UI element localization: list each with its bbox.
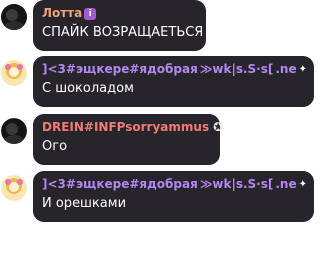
- author-label-part[interactable]: ]<3#эщкере#ядобрая: [42, 62, 198, 77]
- author-name[interactable]: DREIN#INFPsorryammus ✪: [42, 120, 223, 135]
- message-bubble[interactable]: DREIN#INFPsorryammus ✪ Ого: [33, 114, 223, 165]
- avatar[interactable]: [1, 4, 27, 30]
- author-name[interactable]: Лотта i: [42, 6, 197, 21]
- sparkle-icon: ✦: [298, 179, 307, 190]
- avatar[interactable]: [1, 60, 27, 86]
- author-label[interactable]: Лотта: [42, 6, 82, 21]
- author-label-part[interactable]: ]<3#эщкере#ядобрая: [42, 177, 198, 192]
- author-name[interactable]: ]<3#эщкере#ядобрая ≫wk|s.S·s[ .ne ✦: [42, 177, 307, 192]
- message-text: С шоколадом: [42, 81, 134, 96]
- info-badge-icon: i: [84, 7, 97, 20]
- author-label[interactable]: DREIN#INFPsorryammus: [42, 120, 209, 135]
- author-label-part[interactable]: .ne: [275, 177, 296, 192]
- message-text: И орешками: [42, 196, 127, 211]
- avatar[interactable]: [1, 118, 27, 144]
- message-bubble[interactable]: Лотта i СПАЙК ВОЗРАЩАЕТЬСЯ: [33, 0, 206, 51]
- star-badge-icon: ✪: [213, 120, 224, 134]
- author-label-part[interactable]: ≫wk|s.S·s[: [200, 177, 274, 192]
- author-label-part[interactable]: ≫wk|s.S·s[: [200, 62, 274, 77]
- message-bubble[interactable]: ]<3#эщкере#ядобрая ≫wk|s.S·s[ .ne ✦ И ор…: [33, 171, 314, 222]
- message-text: СПАЙК ВОЗРАЩАЕТЬСЯ: [42, 25, 204, 40]
- sparkle-icon: ✦: [298, 64, 307, 75]
- author-name[interactable]: ]<3#эщкере#ядобрая ≫wk|s.S·s[ .ne ✦: [42, 62, 307, 77]
- author-label-part[interactable]: .ne: [275, 62, 296, 77]
- message-bubble[interactable]: ]<3#эщкере#ядобрая ≫wk|s.S·s[ .ne ✦ С шо…: [33, 56, 314, 107]
- message-text: Ого: [42, 139, 68, 154]
- avatar[interactable]: [1, 175, 27, 201]
